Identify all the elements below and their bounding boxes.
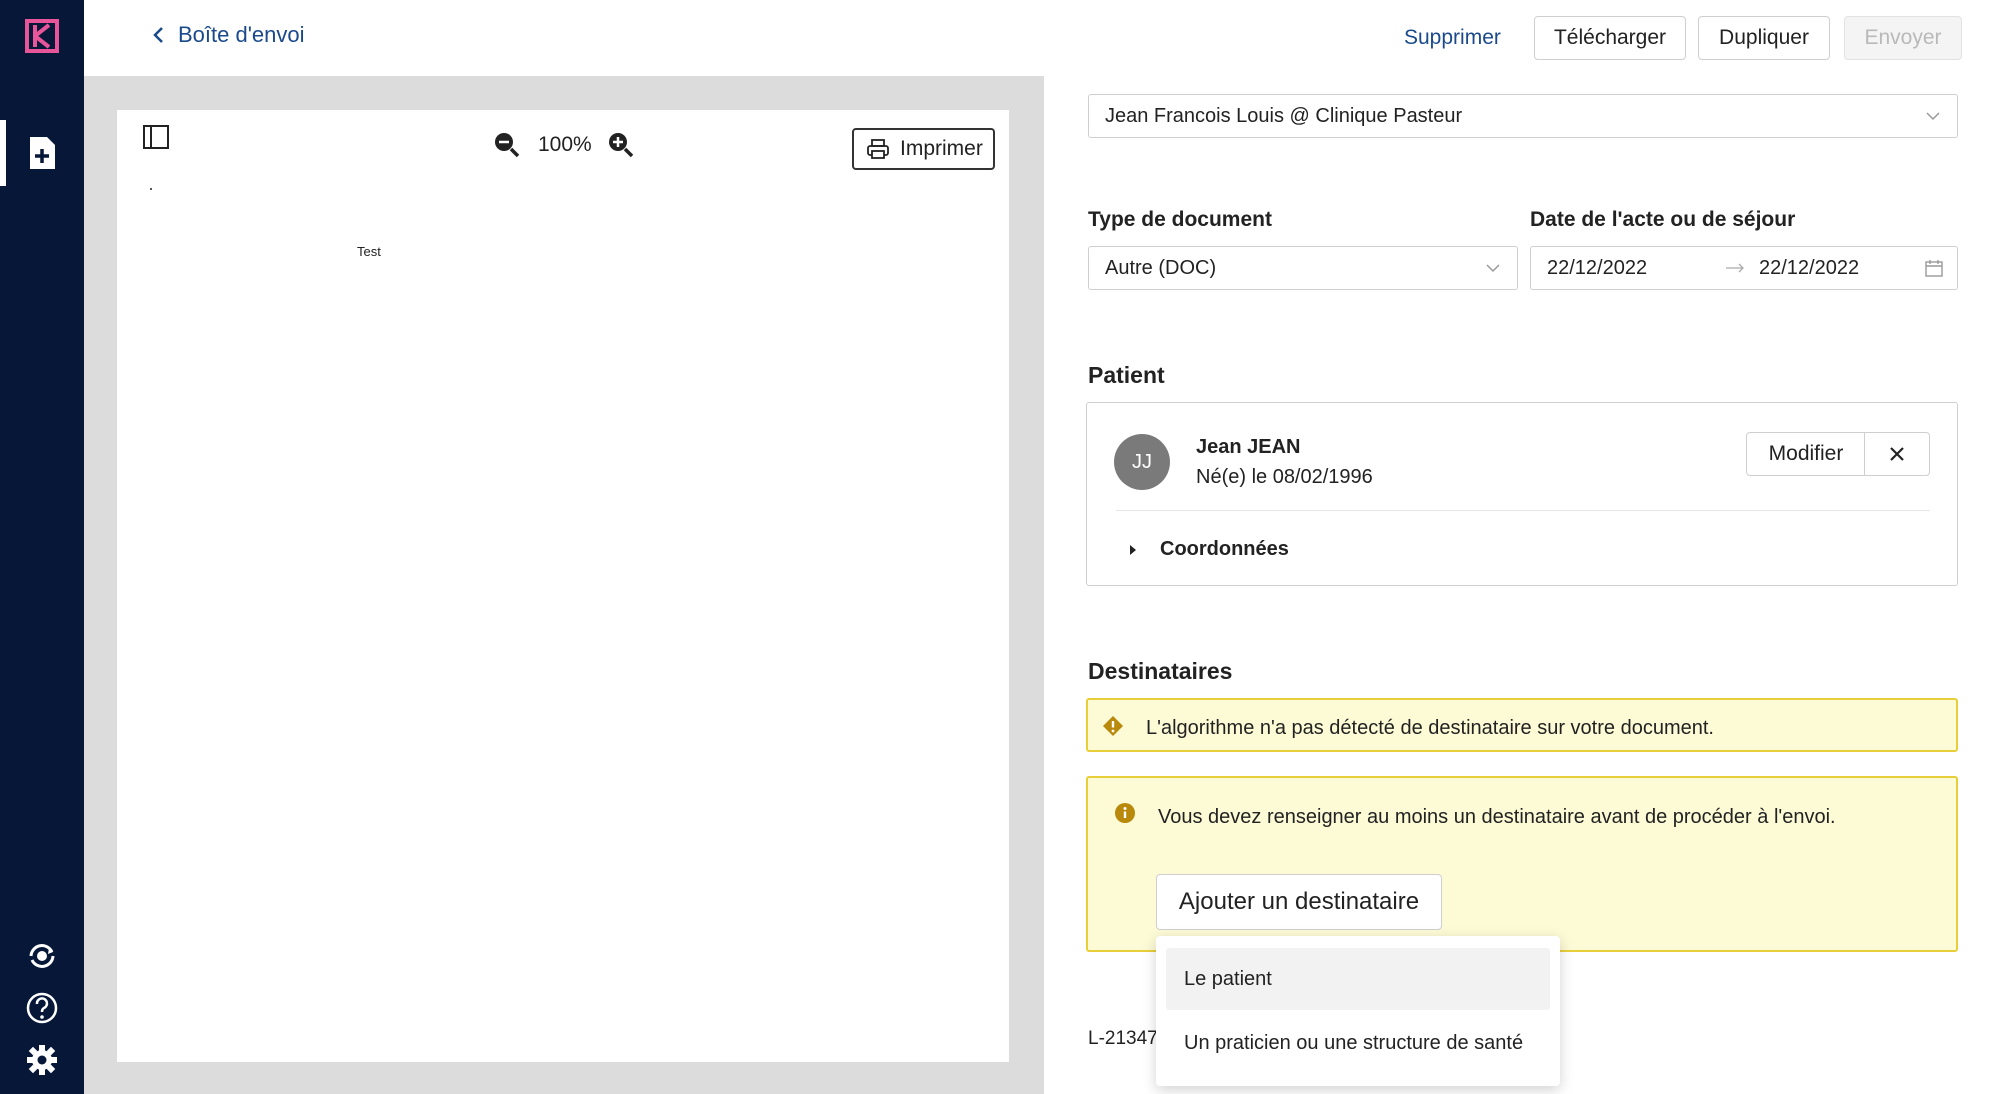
duplicate-button[interactable]: Dupliquer [1698,16,1830,60]
download-button[interactable]: Télécharger [1534,16,1686,60]
date-range-picker[interactable]: 22/12/2022 22/12/2022 [1530,246,1958,290]
sync-icon[interactable] [0,938,84,974]
add-recipient-button[interactable]: Ajouter un destinataire [1156,874,1442,930]
zoom-in-icon[interactable] [606,130,634,163]
delete-button[interactable]: Supprimer [1404,26,1501,50]
chevron-down-icon [1926,112,1940,121]
chevron-down-icon [1486,264,1500,273]
close-icon [1890,447,1904,461]
patient-divider [1116,510,1930,511]
info-text: Vous devez renseigner au moins un destin… [1158,806,1836,828]
print-label: Imprimer [900,137,983,160]
modify-patient-button[interactable]: Modifier [1746,432,1866,476]
settings-gear-icon[interactable] [0,1040,84,1080]
date-end[interactable]: 22/12/2022 [1759,257,1859,280]
document-reference: L-21347 [1088,1028,1158,1049]
recipients-section-title: Destinataires [1088,658,1233,684]
document-dot [150,188,152,190]
caret-right-icon [1130,544,1136,555]
patient-avatar: JJ [1114,434,1170,490]
chevron-left-icon [153,27,163,43]
contact-details-label: Coordonnées [1160,538,1289,560]
zoom-level: 100% [538,133,592,156]
menu-item-practitioner[interactable]: Un praticien ou une structure de santé [1166,1012,1550,1074]
document-text: Test [357,244,381,259]
app-logo [0,14,84,58]
doc-type-select[interactable]: Autre (DOC) [1088,246,1518,290]
date-start[interactable]: 22/12/2022 [1547,257,1647,280]
zoom-out-icon[interactable] [492,130,520,163]
help-icon[interactable] [0,988,84,1028]
remove-patient-button[interactable] [1864,432,1930,476]
patient-section-title: Patient [1088,362,1165,388]
doc-type-label: Type de document [1088,208,1272,231]
info-icon [1114,802,1136,829]
date-label: Date de l'acte ou de séjour [1530,208,1796,231]
contact-details-toggle[interactable]: Coordonnées [1128,538,1289,561]
sidebar-toggle-icon[interactable] [142,124,170,155]
sidebar [0,0,84,1094]
doc-type-value: Autre (DOC) [1105,256,1217,279]
patient-birthdate: Né(e) le 08/02/1996 [1196,466,1373,488]
calendar-icon [1925,260,1943,277]
menu-item-patient[interactable]: Le patient [1166,948,1550,1010]
printer-icon [867,139,889,159]
warning-diamond-icon [1102,715,1124,742]
print-button[interactable]: Imprimer [852,128,995,170]
send-button[interactable]: Envoyer [1844,16,1962,60]
warning-text: L'algorithme n'a pas détecté de destinat… [1146,717,1714,739]
patient-name: Jean JEAN [1196,436,1301,458]
back-link-label: Boîte d'envoi [178,22,305,47]
sender-value: Jean Francois Louis @ Clinique Pasteur [1105,104,1463,127]
add-recipient-menu: Le patient Un praticien ou une structure… [1156,936,1560,1086]
new-document-icon[interactable] [0,128,84,178]
sender-select[interactable]: Jean Francois Louis @ Clinique Pasteur [1088,94,1958,138]
arrow-right-icon [1726,263,1744,273]
document-page [117,110,1009,1062]
back-to-outbox-link[interactable]: Boîte d'envoi [152,22,305,48]
